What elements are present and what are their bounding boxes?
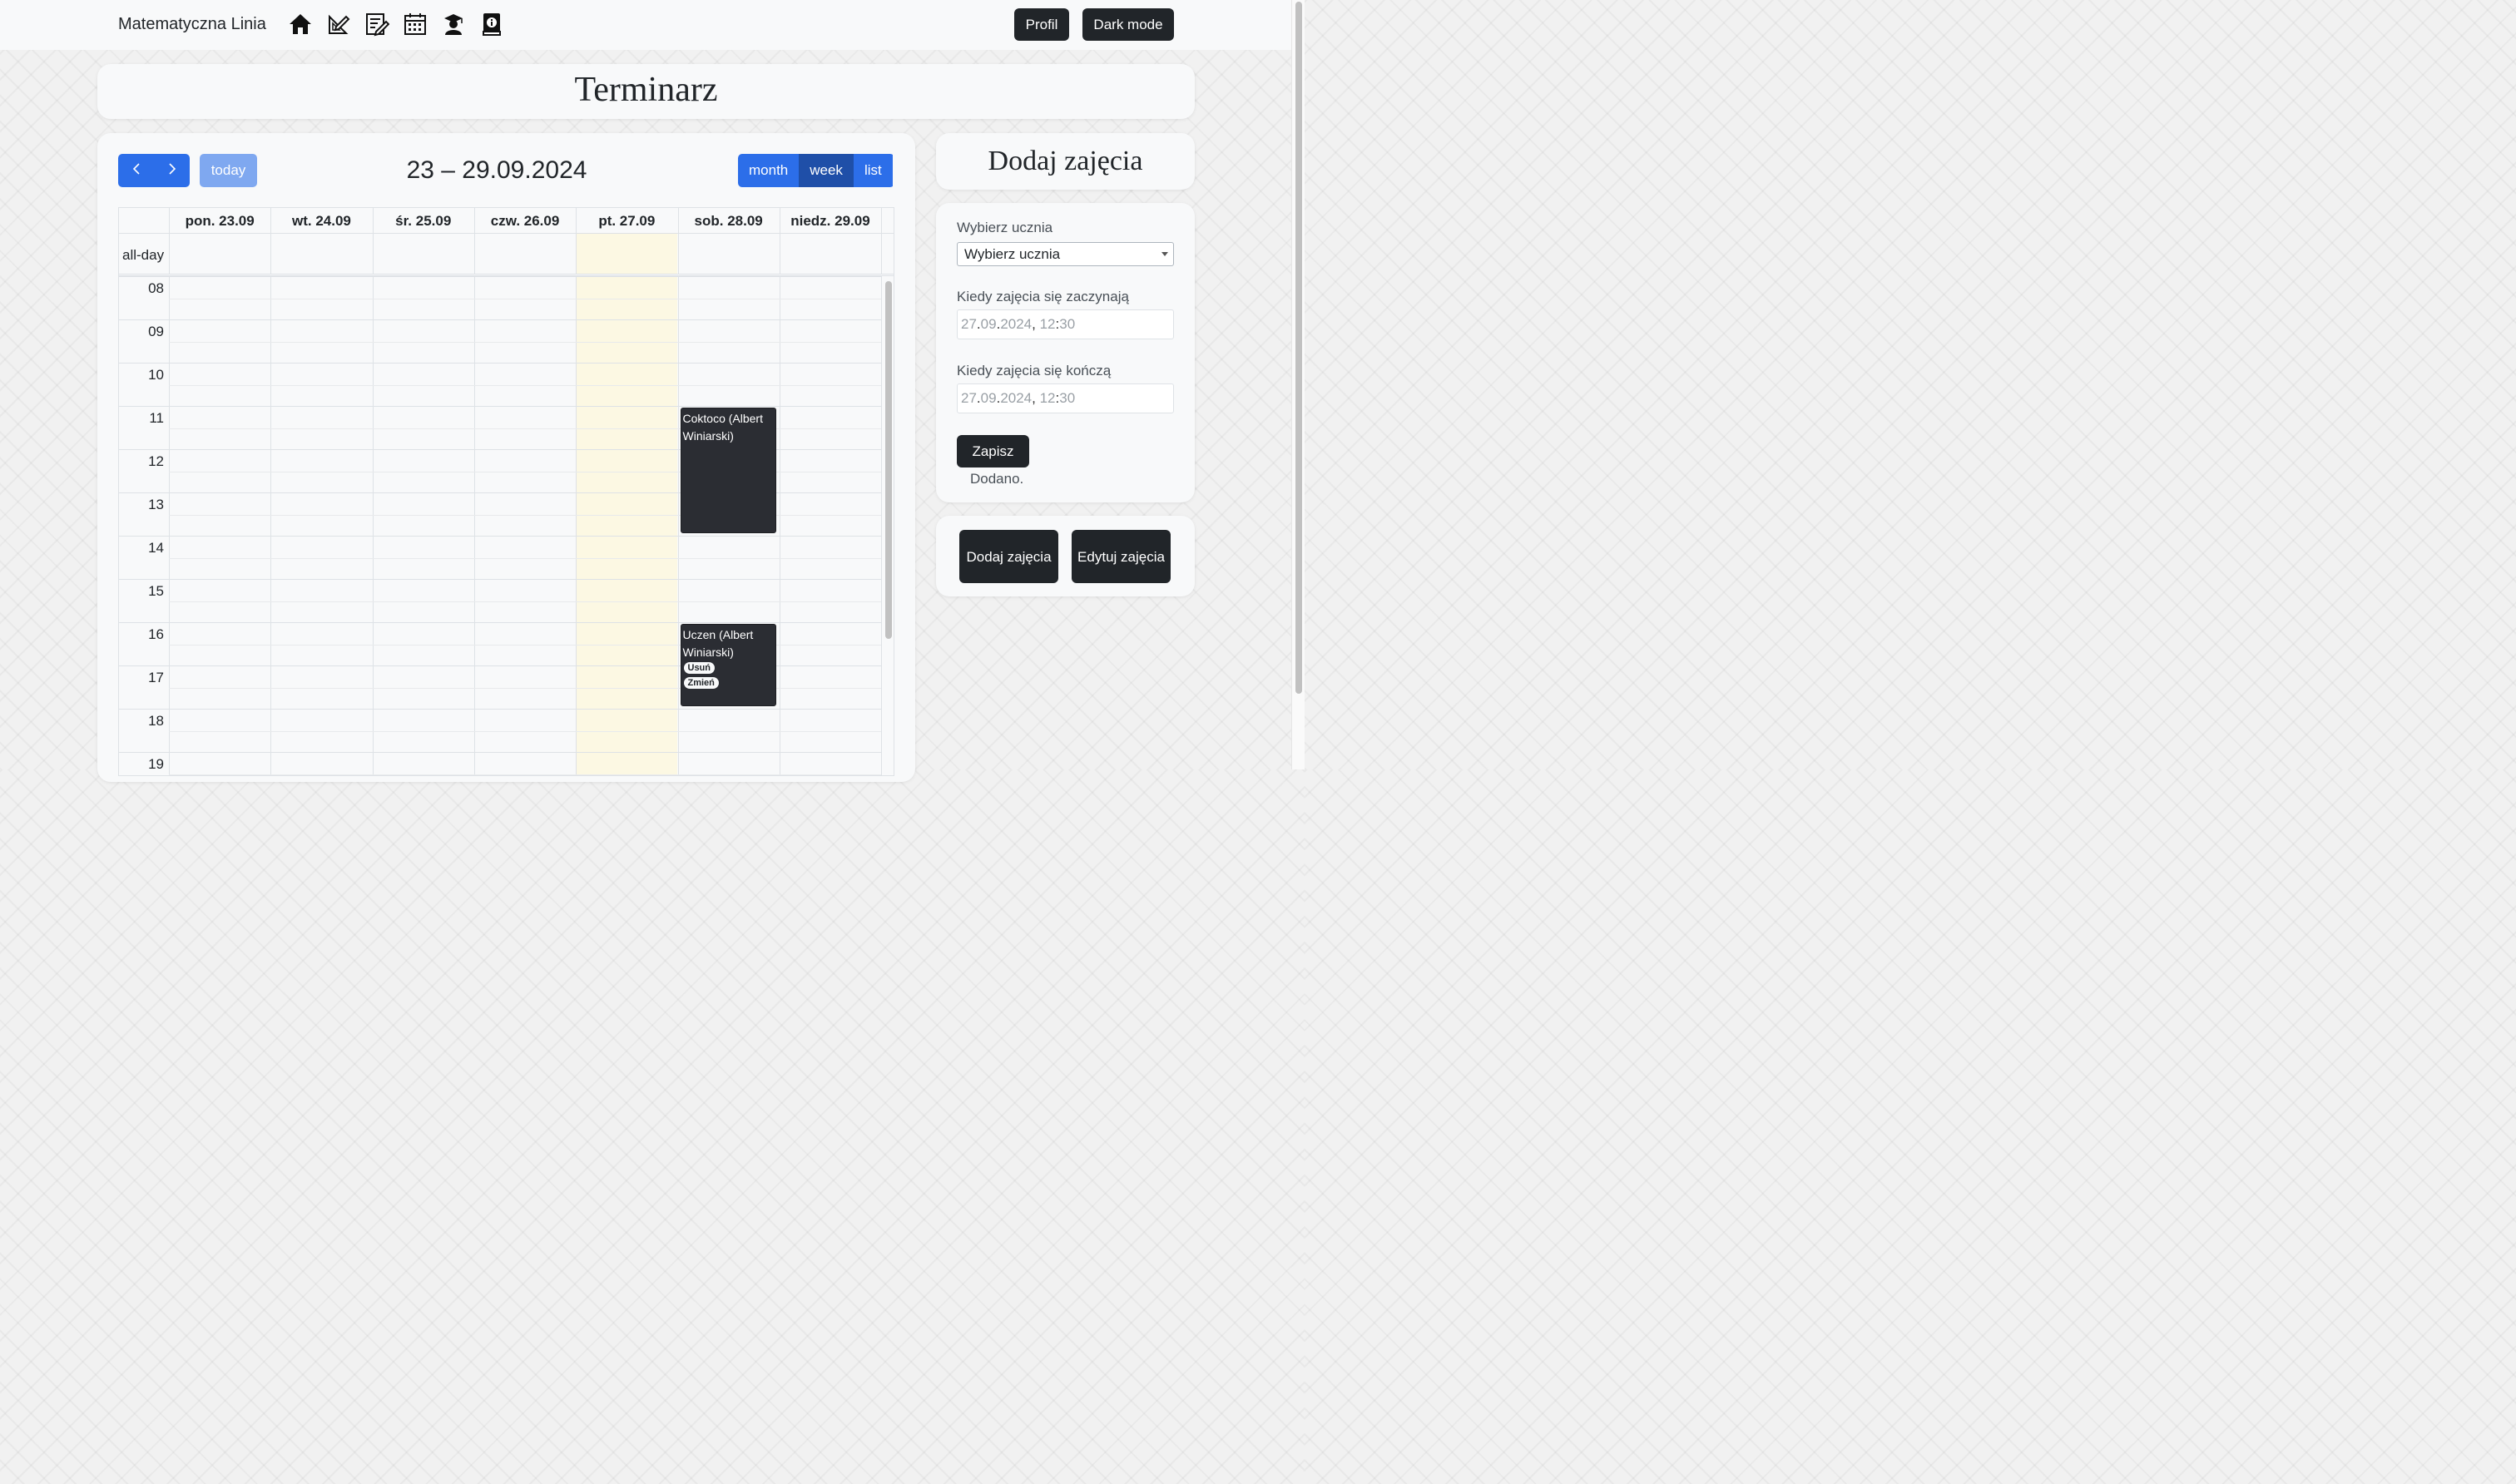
lesson-actions-card: Dodaj zajęcia Edytuj zajęcia xyxy=(936,516,1195,596)
hour-label: 08 xyxy=(148,280,164,296)
hour-label: 19 xyxy=(148,756,164,772)
week-grid: pon. 23.09 wt. 24.09 śr. 25.09 czw. 26.09 pt… xyxy=(118,207,894,776)
column-divider xyxy=(881,208,883,233)
home-icon[interactable] xyxy=(288,12,313,37)
today-button[interactable]: today xyxy=(200,154,257,187)
hour-slot-row[interactable]: 19 xyxy=(119,752,881,775)
end-datetime-input[interactable]: 27.09.2024, 12:30 xyxy=(957,383,1174,413)
add-lesson-button[interactable]: Dodaj zajęcia xyxy=(959,530,1058,583)
day-header[interactable]: śr. 25.09 xyxy=(373,208,474,234)
view-week-button[interactable]: week xyxy=(799,154,854,187)
start-datetime-label: Kiedy zajęcia się zaczynają xyxy=(957,289,1129,304)
day-header[interactable]: pon. 23.09 xyxy=(169,208,270,234)
event-title: Coktoco (Albert Winiarski) xyxy=(682,412,763,443)
view-switcher: month week list xyxy=(738,154,894,187)
hour-label: 18 xyxy=(148,713,164,729)
calendar-card: today 23 – 29.09.2024 month week list po… xyxy=(97,133,915,782)
hour-label: 14 xyxy=(148,540,164,556)
hour-label: 10 xyxy=(148,367,164,383)
hour-slot-row[interactable]: 10 xyxy=(119,363,881,406)
add-lesson-title-card: Dodaj zajęcia xyxy=(936,133,1195,190)
delete-event-button[interactable]: Usuń xyxy=(683,662,715,674)
event-title: Uczen (Albert Winiarski) xyxy=(682,628,754,659)
page-title-card: Terminarz xyxy=(97,64,1195,119)
brand-name[interactable]: Matematyczna Linia xyxy=(118,15,266,34)
student-select-label: Wybierz ucznia xyxy=(957,220,1053,235)
time-grid-scrollbar[interactable] xyxy=(885,281,892,639)
edit-lessons-button[interactable]: Edytuj zajęcia xyxy=(1072,530,1171,583)
column-divider xyxy=(881,276,883,775)
date-range-title: 23 – 29.09.2024 xyxy=(406,156,587,184)
calendar-icon[interactable] xyxy=(403,12,428,37)
day-header[interactable]: niedz. 29.09 xyxy=(780,208,881,234)
profile-button[interactable]: Profil xyxy=(1014,8,1069,41)
dropdown-caret-icon xyxy=(1161,252,1168,256)
pencil-ruler-icon[interactable] xyxy=(326,12,351,37)
hour-label: 09 xyxy=(148,324,164,339)
calendar-event[interactable]: Uczen (Albert Winiarski) Usuń Zmień xyxy=(680,624,776,706)
column-divider xyxy=(473,234,475,274)
day-header[interactable]: pt. 27.09 xyxy=(576,208,677,234)
hour-label: 13 xyxy=(148,497,164,512)
view-month-button[interactable]: month xyxy=(738,154,800,187)
today-column-highlight xyxy=(577,234,678,274)
page-scrollbar[interactable] xyxy=(1291,0,1305,769)
column-divider xyxy=(576,234,577,274)
student-select[interactable]: Wybierz ucznia xyxy=(957,242,1174,266)
view-list-button[interactable]: list xyxy=(853,154,893,187)
column-divider xyxy=(169,234,170,274)
info-book-icon[interactable] xyxy=(479,12,504,37)
prev-week-button[interactable] xyxy=(118,154,154,187)
next-week-button[interactable] xyxy=(154,154,190,187)
student-icon[interactable] xyxy=(441,12,466,37)
end-datetime-label: Kiedy zajęcia się kończą xyxy=(957,363,1112,378)
hour-label: 17 xyxy=(148,670,164,685)
start-datetime-input[interactable]: 27.09.2024, 12:30 xyxy=(957,309,1174,339)
time-grid[interactable]: 08 09 10 11 12 13 14 15 16 17 18 19 Coktoco (Albert … xyxy=(119,276,894,775)
add-lesson-form: Wybierz ucznia Wybierz ucznia Kiedy zaję… xyxy=(936,203,1195,502)
all-day-row[interactable]: all-day xyxy=(119,234,894,276)
add-lesson-title: Dodaj zajęcia xyxy=(988,146,1143,176)
dark-mode-button[interactable]: Dark mode xyxy=(1082,8,1174,41)
prev-next-group xyxy=(118,154,190,187)
day-header[interactable]: wt. 24.09 xyxy=(270,208,372,234)
column-divider xyxy=(677,234,679,274)
column-divider xyxy=(881,234,883,274)
hour-slot-row[interactable]: 18 xyxy=(119,709,881,752)
chevron-left-icon xyxy=(132,162,140,175)
hour-slot-row[interactable]: 08 xyxy=(119,276,881,319)
chevron-right-icon xyxy=(168,162,176,175)
column-divider xyxy=(372,234,374,274)
note-edit-icon[interactable] xyxy=(364,12,390,37)
hour-slot-row[interactable]: 15 xyxy=(119,579,881,622)
hour-label: 12 xyxy=(148,453,164,469)
page-title: Terminarz xyxy=(574,71,718,109)
hour-slot-row[interactable]: 09 xyxy=(119,319,881,363)
hour-label: 15 xyxy=(148,583,164,599)
nav-icon-bar xyxy=(288,12,504,37)
all-day-label: all-day xyxy=(122,247,165,263)
day-header[interactable]: czw. 26.09 xyxy=(474,208,576,234)
status-message: Dodano. xyxy=(970,471,1024,487)
student-select-value: Wybierz ucznia xyxy=(964,246,1061,262)
save-button[interactable]: Zapisz xyxy=(957,435,1029,467)
day-header[interactable]: sob. 28.09 xyxy=(678,208,780,234)
day-header-row: pon. 23.09 wt. 24.09 śr. 25.09 czw. 26.09 pt… xyxy=(119,208,894,234)
change-event-button[interactable]: Zmień xyxy=(683,677,719,689)
calendar-event[interactable]: Coktoco (Albert Winiarski) xyxy=(680,408,776,533)
column-divider xyxy=(270,234,272,274)
top-navbar: Matematyczna Linia Profil Dark mode xyxy=(0,0,1291,50)
hour-slot-row[interactable]: 14 xyxy=(119,536,881,579)
hour-label: 16 xyxy=(148,626,164,642)
hour-label: 11 xyxy=(149,410,164,426)
calendar-toolbar: today 23 – 29.09.2024 month week list xyxy=(118,154,894,187)
